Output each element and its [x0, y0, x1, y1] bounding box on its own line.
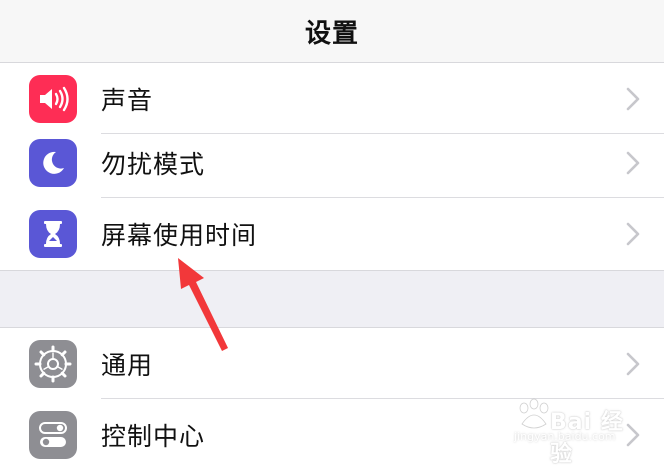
watermark-url: jingyan.baidu.com	[514, 430, 616, 443]
chevron-right-icon	[626, 87, 640, 110]
page-title: 设置	[304, 18, 359, 49]
settings-row-label: 勿扰模式	[101, 149, 206, 179]
settings-screen: 设置 声音 勿扰模式 屏幕使用时间 通用 控制中心 Bai 经验 jingyan…	[0, 0, 664, 470]
chevron-right-icon	[626, 151, 640, 174]
settings-group-sound-focus: 声音 勿扰模式 屏幕使用时间	[0, 63, 664, 271]
settings-row-screen-time[interactable]: 屏幕使用时间	[0, 198, 664, 269]
gear-icon	[29, 339, 77, 388]
hourglass-icon	[29, 209, 77, 258]
settings-row-label: 通用	[101, 350, 154, 380]
watermark-logo: Bai 经验 jingyan.baidu.com	[514, 398, 644, 467]
settings-row-do-not-disturb[interactable]: 勿扰模式	[0, 127, 664, 198]
chevron-right-icon	[626, 222, 640, 245]
settings-row-label: 声音	[101, 85, 154, 115]
chevron-right-icon	[626, 352, 640, 375]
speaker-icon	[29, 74, 77, 123]
toggle-switches-icon	[29, 410, 77, 459]
moon-icon	[29, 138, 77, 187]
settings-row-label: 屏幕使用时间	[101, 220, 258, 250]
settings-row-general[interactable]: 通用	[0, 328, 664, 399]
settings-row-label: 控制中心	[101, 421, 206, 451]
navigation-bar: 设置	[0, 0, 664, 63]
paw-icon	[519, 398, 549, 429]
settings-row-sound[interactable]: 声音	[0, 63, 664, 134]
